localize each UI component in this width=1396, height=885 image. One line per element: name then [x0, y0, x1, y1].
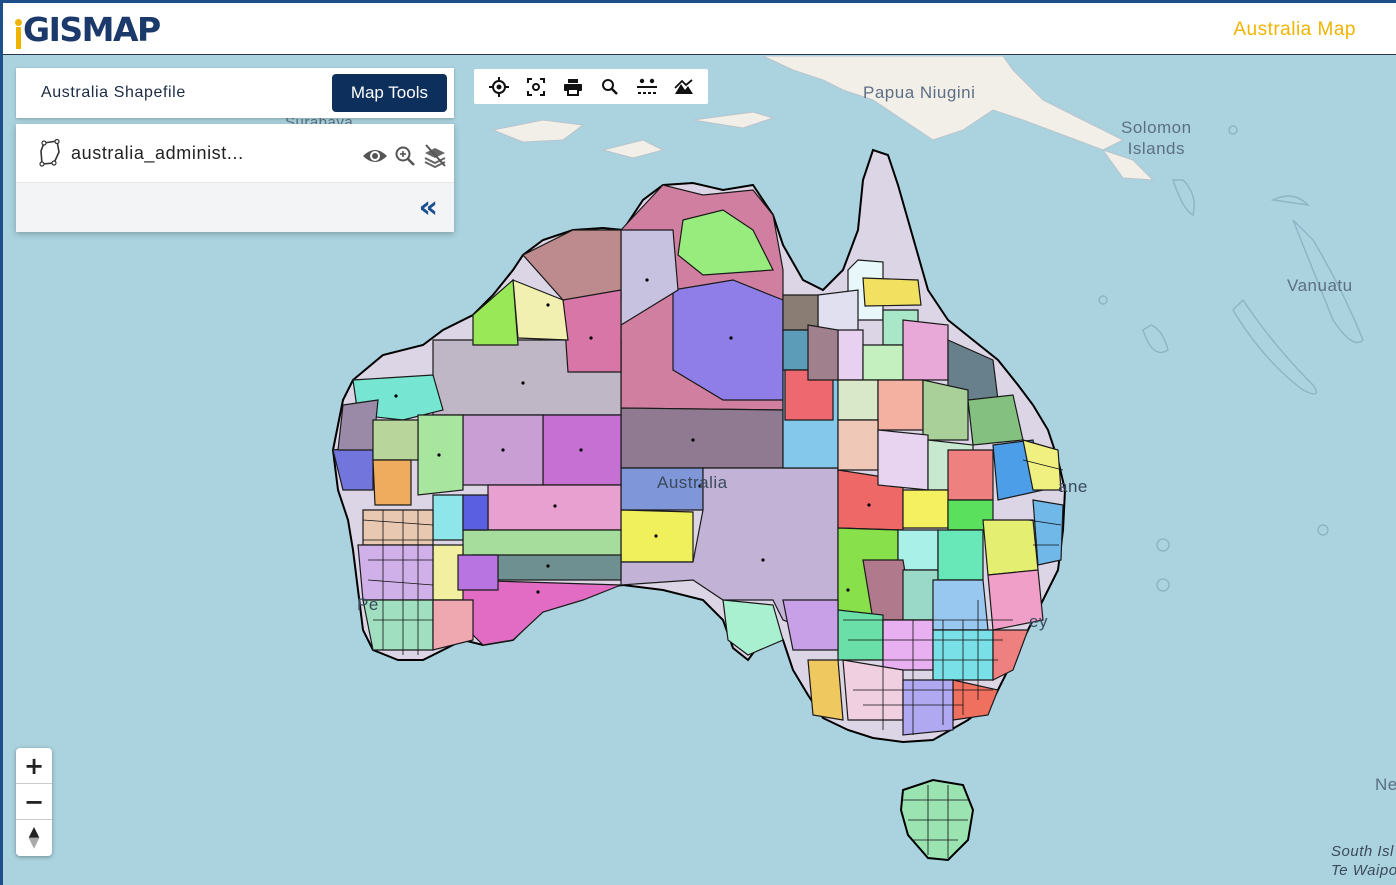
admin-regions[interactable] — [332, 184, 1064, 736]
label-nz-north: Ne — [1375, 775, 1396, 794]
zoom-out-button[interactable]: − — [16, 784, 52, 820]
measure-icon[interactable] — [628, 69, 665, 104]
zoom-to-layer-icon[interactable] — [394, 145, 416, 167]
top-bar: GISMAP Australia Map — [3, 3, 1396, 55]
collapse-panel-icon[interactable]: « — [419, 192, 438, 223]
layers-hide-icon[interactable] — [422, 144, 448, 168]
panel-footer: « — [16, 183, 454, 232]
panel-title: Australia Shapefile — [41, 84, 186, 101]
label-sydney: ey — [1029, 612, 1048, 631]
label-brisbane: ane — [1058, 477, 1088, 496]
layer-list: australia_administ... « — [16, 124, 454, 232]
fullscreen-icon[interactable] — [517, 69, 554, 104]
terrain-icon[interactable] — [665, 69, 702, 104]
layer-panel: Australia Shapefile Map Tools australia_… — [16, 68, 454, 232]
layer-item[interactable]: australia_administ... — [16, 124, 454, 183]
label-vanuatu: Vanuatu — [1287, 276, 1353, 295]
zoom-in-button[interactable]: + — [16, 748, 52, 784]
layer-name: australia_administ... — [71, 142, 244, 163]
reef-outlines — [1098, 125, 1364, 592]
search-icon[interactable] — [591, 69, 628, 104]
label-papua-niugini: Papua Niugini — [863, 83, 976, 102]
label-solomon-islands: Solomon Islands — [1121, 118, 1192, 158]
page-title: Australia Map — [1233, 19, 1356, 40]
label-australia: Australia — [657, 473, 728, 492]
map-toolbar — [474, 69, 708, 104]
locate-icon[interactable] — [480, 69, 517, 104]
layer-actions — [362, 144, 448, 168]
south-arrow-icon: ▼ — [28, 835, 40, 851]
logo-text: GISMAP — [23, 10, 161, 49]
visibility-eye-icon[interactable] — [362, 146, 388, 166]
print-icon[interactable] — [554, 69, 591, 104]
igismap-logo[interactable]: GISMAP — [15, 10, 161, 49]
zoom-control: + − ▲ ▼ — [16, 748, 52, 856]
polygon-layer-icon — [39, 139, 60, 167]
reset-north-button[interactable]: ▲ ▼ — [16, 820, 52, 856]
panel-header: Australia Shapefile Map Tools — [16, 68, 454, 118]
label-south-island: South Isl Te Waipou — [1331, 843, 1396, 879]
label-perth: Pe — [357, 595, 379, 614]
map-tools-button[interactable]: Map Tools — [331, 74, 447, 112]
